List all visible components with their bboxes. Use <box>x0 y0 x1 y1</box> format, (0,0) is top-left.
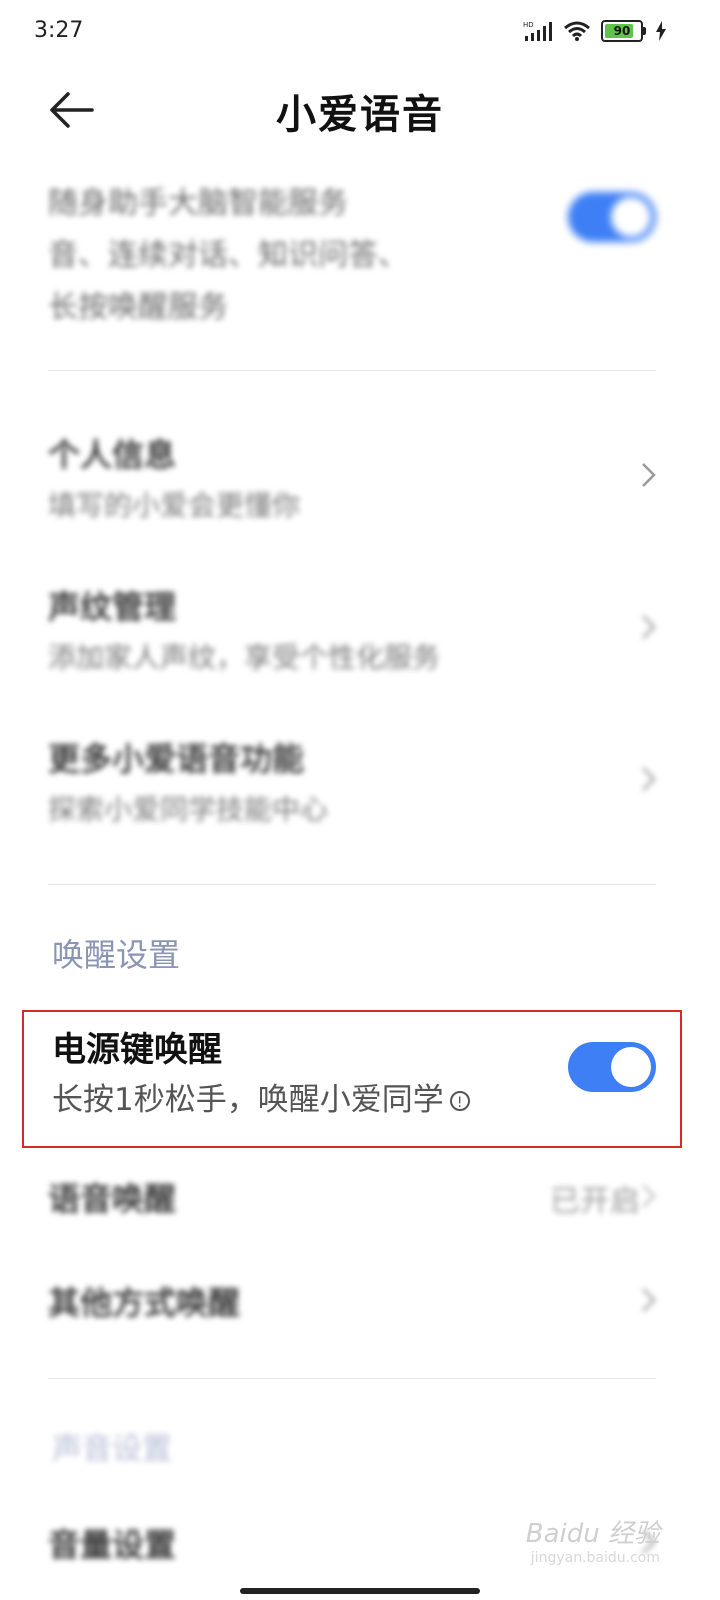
chevron-right-icon <box>642 767 656 791</box>
chevron-right-icon <box>642 615 656 639</box>
list-item-other-wake[interactable]: 其他方式唤醒 <box>48 1278 660 1324</box>
divider <box>48 1378 656 1379</box>
status-time: 3:27 <box>34 18 84 43</box>
section-label-wake: 唤醒设置 <box>52 936 181 974</box>
header: 小爱语音 <box>0 66 720 156</box>
voice-wake-status: 已开启 <box>550 1184 640 1219</box>
more-features-subtitle: 探索小爱同学技能中心 <box>48 793 329 826</box>
watermark-brand: Baidu 经验 <box>525 1519 660 1549</box>
baidu-watermark: Baidu 经验 jingyan.baidu.com <box>526 1513 660 1566</box>
smart-service-desc-1: 随身助手大脑智能服务 <box>48 186 348 221</box>
power-key-wake-toggle[interactable] <box>568 1042 656 1092</box>
charging-icon <box>656 21 666 41</box>
smart-service-desc-2: 音、连续对话、知识问答、 <box>48 238 408 273</box>
network-label: HD <box>523 21 534 29</box>
voiceprint-subtitle: 添加家人声纹，享受个性化服务 <box>48 641 441 674</box>
voiceprint-title: 声纹管理 <box>48 588 177 626</box>
chevron-right-icon <box>642 1184 656 1208</box>
more-features-title: 更多小爱语音功能 <box>48 740 305 778</box>
divider <box>48 370 656 371</box>
power-key-wake-title: 电源键唤醒 <box>52 1030 222 1070</box>
status-bar: 3:27 HD 90 <box>0 0 720 66</box>
wifi-icon <box>564 21 590 41</box>
power-key-wake-subtitle: 长按1秒松手，唤醒小爱同学 ! <box>52 1074 470 1119</box>
watermark-site: jingyan.baidu.com <box>530 1550 660 1566</box>
page-title: 小爱语音 <box>276 92 444 138</box>
list-item-personal-info[interactable]: 个人信息 填写的小爱会更懂你 <box>48 430 660 524</box>
info-icon[interactable]: ! <box>449 1090 470 1111</box>
personal-info-subtitle: 填写的小爱会更懂你 <box>48 489 301 522</box>
list-item-more-features[interactable]: 更多小爱语音功能 探索小爱同学技能中心 <box>48 734 660 828</box>
divider <box>48 884 656 885</box>
smart-service-toggle[interactable] <box>568 192 656 242</box>
home-indicator[interactable] <box>240 1588 480 1594</box>
signal-icon: HD <box>523 21 552 41</box>
chevron-right-icon <box>642 463 656 487</box>
smart-service-item[interactable]: 随身助手大脑智能服务 音、连续对话、知识问答、 长按唤醒服务 <box>48 178 538 334</box>
chevron-right-icon <box>642 1288 656 1312</box>
status-icons: HD 90 <box>523 20 666 42</box>
list-item-voiceprint[interactable]: 声纹管理 添加家人声纹，享受个性化服务 <box>48 582 660 676</box>
battery-icon: 90 <box>601 20 643 42</box>
section-label-sound: 声音设置 <box>52 1432 172 1467</box>
power-key-wake-desc: 长按1秒松手，唤醒小爱同学 <box>52 1082 444 1118</box>
battery-level: 90 <box>613 24 631 38</box>
personal-info-title: 个人信息 <box>48 436 177 474</box>
other-wake-title: 其他方式唤醒 <box>48 1284 241 1322</box>
smart-service-desc-3: 长按唤醒服务 <box>48 290 228 325</box>
